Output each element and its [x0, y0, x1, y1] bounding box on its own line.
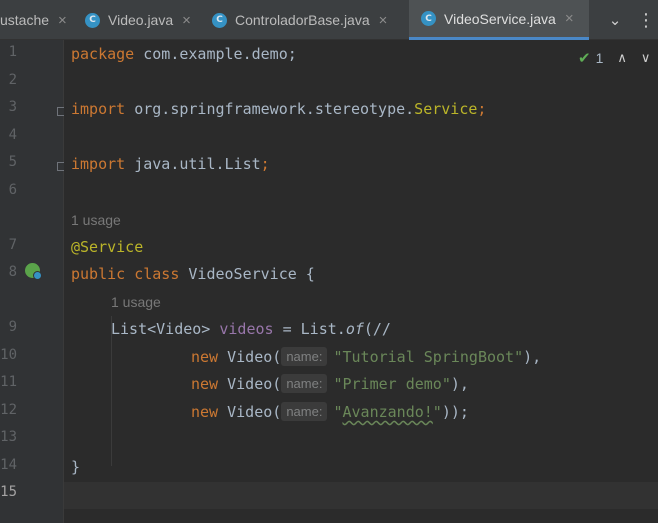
line-number: 13 — [0, 429, 17, 445]
java-class-icon — [421, 11, 436, 26]
line-number: 3 — [8, 99, 17, 115]
line-number: 14 — [0, 457, 17, 473]
tab-controladorbase-java[interactable]: ControladorBase.java × — [202, 0, 406, 40]
current-line-highlight — [64, 482, 658, 509]
code-line-11: new Video(name: "Primer demo"), — [191, 374, 469, 393]
line-number: 8 — [8, 264, 17, 280]
tab-label: Video.java — [108, 12, 174, 28]
tab-label: VideoService.java — [444, 10, 556, 27]
code-line-3: import org.springframework.stereotype.Se… — [71, 100, 487, 118]
close-icon[interactable]: × — [565, 10, 574, 27]
tab-label: ControladorBase.java — [235, 12, 370, 28]
line-number: 4 — [8, 127, 17, 143]
tab-video-java[interactable]: Video.java × — [75, 0, 197, 40]
code-line-14: } — [71, 458, 81, 476]
code-line-7: @Service — [71, 238, 144, 256]
code-line-10: new Video(name: "Tutorial SpringBoot"), — [191, 347, 542, 366]
line-number-current: 15 — [0, 484, 17, 500]
chevron-down-icon[interactable]: ∨ — [641, 50, 651, 66]
line-number: 10 — [0, 347, 17, 363]
spring-bean-icon[interactable] — [25, 263, 42, 280]
close-icon[interactable]: × — [379, 12, 388, 29]
line-number: 9 — [8, 319, 17, 335]
check-icon: ✔ — [578, 50, 591, 67]
typo-warning[interactable]: Avanzando! — [342, 403, 432, 421]
line-number: 11 — [0, 374, 17, 390]
tab-videoservice-java[interactable]: VideoService.java × — [409, 0, 589, 40]
code-line-1: package com.example.demo; — [71, 45, 297, 63]
line-number: 6 — [8, 182, 17, 198]
code-line-9: List<Video> videos = List.of(// — [111, 320, 391, 338]
parameter-hint: name: — [281, 374, 328, 393]
parameter-hint: name: — [281, 347, 328, 366]
line-number: 12 — [0, 402, 17, 418]
close-icon[interactable]: × — [182, 12, 191, 29]
line-number: 5 — [8, 154, 17, 170]
editor-tab-bar: ustache × Video.java × ControladorBase.j… — [0, 0, 658, 40]
inspection-widget[interactable]: ✔ 1 ∧ ∨ — [578, 49, 650, 67]
line-number: 2 — [8, 72, 17, 88]
usage-hint[interactable]: 1 usage — [111, 292, 161, 312]
usage-hint[interactable]: 1 usage — [71, 210, 121, 230]
tab-label: ustache — [0, 12, 50, 28]
code-line-5: import java.util.List; — [71, 155, 270, 173]
chevron-down-icon[interactable]: ⌄ — [600, 0, 630, 40]
close-icon[interactable]: × — [58, 12, 67, 29]
line-number: 7 — [8, 237, 17, 253]
java-class-icon — [85, 12, 100, 28]
java-class-icon — [212, 12, 227, 28]
more-icon[interactable]: ⋮ — [634, 0, 658, 40]
line-number: 1 — [8, 44, 17, 60]
tab-mustache[interactable]: ustache × — [0, 0, 71, 40]
code-line-8: public class VideoService { — [71, 265, 315, 283]
parameter-hint: name: — [281, 402, 328, 421]
code-line-12: new Video(name: "Avanzando!")); — [191, 402, 469, 421]
warning-count: 1 — [595, 50, 604, 66]
line-number-gutter: 1 2 3 4 5 6 7 8 9 10 11 12 13 14 15 — [0, 40, 66, 523]
chevron-up-icon[interactable]: ∧ — [617, 50, 627, 66]
code-editor[interactable]: package com.example.demo; import org.spr… — [64, 40, 658, 523]
